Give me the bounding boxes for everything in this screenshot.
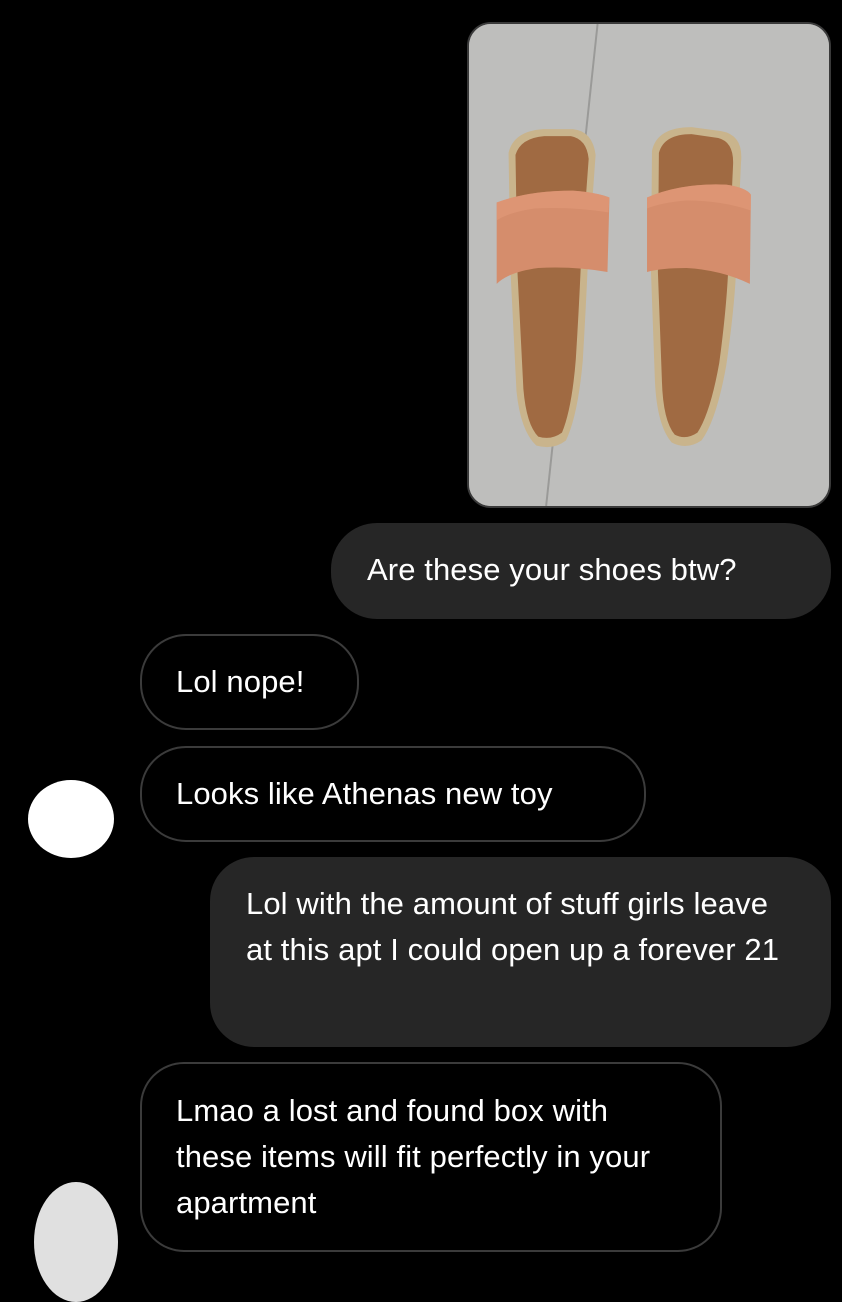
message-bubble-outgoing[interactable]: Lol with the amount of stuff girls leave… [210, 857, 831, 1047]
sandals-photo-icon [469, 24, 829, 506]
message-bubble-incoming[interactable]: Looks like Athenas new toy [140, 746, 646, 842]
message-text: Are these your shoes btw? [367, 552, 737, 587]
message-text: Looks like Athenas new toy [176, 776, 553, 811]
message-text: Lol nope! [176, 664, 305, 699]
sender-avatar[interactable] [34, 1182, 118, 1302]
sender-avatar[interactable] [28, 780, 114, 858]
photo-message[interactable] [467, 22, 831, 508]
message-text: Lol with the amount of stuff girls leave… [246, 886, 780, 967]
message-bubble-incoming[interactable]: Lol nope! [140, 634, 359, 730]
message-bubble-outgoing[interactable]: Are these your shoes btw? [331, 523, 831, 619]
message-bubble-incoming[interactable]: Lmao a lost and found box with these ite… [140, 1062, 722, 1252]
message-text: Lmao a lost and found box with these ite… [176, 1093, 651, 1220]
